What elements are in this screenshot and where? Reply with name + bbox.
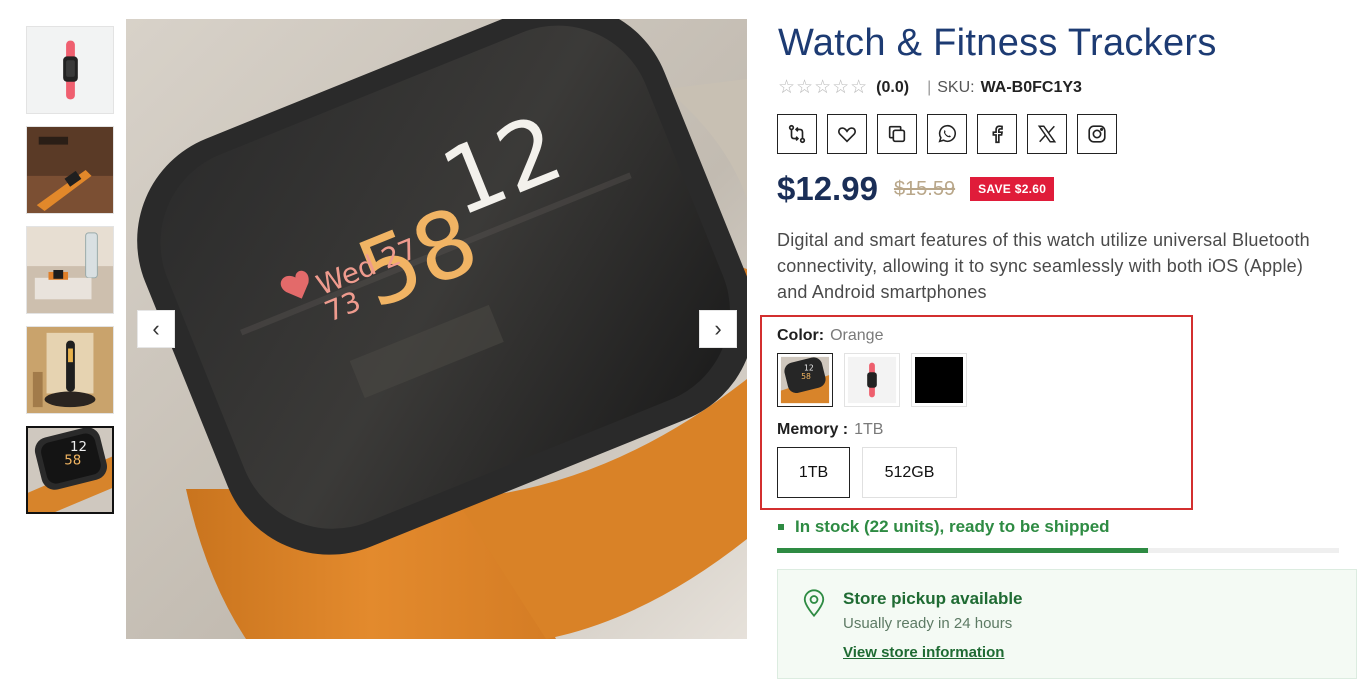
stock-level-bar <box>777 548 1339 553</box>
stand-tracker-thumbnail-icon <box>27 327 113 413</box>
copy-icon <box>888 125 906 143</box>
memory-label: Memory : <box>777 421 849 438</box>
thumbnail-1[interactable] <box>26 26 114 114</box>
thumbnail-5[interactable]: 12 58 <box>26 426 114 514</box>
desk-tracker-thumbnail-icon <box>27 127 113 213</box>
facebook-icon <box>992 125 1004 144</box>
share-actions <box>777 114 1117 154</box>
rating-stars[interactable]: ☆☆☆☆☆ <box>778 76 868 99</box>
product-description: Digital and smart features of this watch… <box>777 230 1310 302</box>
thumbnail-2[interactable] <box>26 126 114 214</box>
red-tracker-swatch-icon <box>847 356 897 404</box>
color-selected-value: Orange <box>830 327 884 344</box>
sku-value: WA-B0FC1Y3 <box>980 78 1082 96</box>
instagram-share-button[interactable] <box>1077 114 1117 154</box>
location-pin-icon <box>803 589 825 618</box>
price-row: $12.99 $15.59 SAVE $2.60 <box>777 170 1055 208</box>
whatsapp-icon <box>938 124 956 143</box>
memory-option-512gb[interactable]: 512GB <box>862 447 957 498</box>
save-badge: SAVE $2.60 <box>970 177 1055 201</box>
memory-selected-value: 1TB <box>854 421 884 438</box>
product-title: Watch & Fitness Trackers <box>778 22 1217 64</box>
orange-tracker-swatch-icon: 12 58 <box>780 356 830 404</box>
rating-value: (0.0) <box>876 78 910 96</box>
whatsapp-share-button[interactable] <box>927 114 967 154</box>
thumbnail-4[interactable] <box>26 326 114 414</box>
pickup-title: Store pickup available <box>843 589 1023 608</box>
thumbnail-3[interactable] <box>26 226 114 314</box>
instagram-icon <box>1088 125 1106 143</box>
x-icon <box>1037 125 1057 143</box>
color-swatch-red[interactable] <box>844 353 900 407</box>
copy-link-button[interactable] <box>877 114 917 154</box>
stock-text: In stock (22 units), ready to be shipped <box>795 517 1110 536</box>
x-share-button[interactable] <box>1027 114 1067 154</box>
svg-text:58: 58 <box>64 453 81 468</box>
rating-sku-row: ☆☆☆☆☆ (0.0) | SKU: WA-B0FC1Y3 <box>778 76 1082 99</box>
svg-text:58: 58 <box>801 372 811 381</box>
color-swatch-orange[interactable]: 12 58 <box>777 353 833 407</box>
stock-status: In stock (22 units), ready to be shipped <box>778 517 1110 537</box>
memory-option-1tb[interactable]: 1TB <box>777 447 850 498</box>
main-product-image: 12 58 Wed 27 73 <box>126 19 747 639</box>
pickup-subtitle: Usually ready in 24 hours <box>843 615 1013 632</box>
current-price: $12.99 <box>777 170 878 207</box>
view-store-information-link[interactable]: View store information <box>843 644 1004 661</box>
table-tracker-thumbnail-icon <box>27 227 113 313</box>
stock-indicator-dot <box>778 524 784 530</box>
closeup-tracker-thumbnail-icon: 12 58 <box>28 428 112 512</box>
memory-option-label: Memory : 1TB <box>777 421 883 439</box>
original-price: $15.59 <box>893 177 956 200</box>
sku-separator: | <box>927 78 932 96</box>
next-image-button[interactable]: › <box>699 310 737 348</box>
fitness-tracker-closeup-icon: 12 58 Wed 27 73 <box>126 19 747 639</box>
svg-text:12: 12 <box>804 363 814 372</box>
stock-level-fill <box>777 548 1148 553</box>
black-swatch-fill <box>915 357 963 403</box>
compare-button[interactable] <box>777 114 817 154</box>
color-swatch-black[interactable] <box>911 353 967 407</box>
pink-tracker-thumbnail-icon <box>27 27 113 113</box>
sku-label: SKU: <box>937 78 975 96</box>
heart-icon <box>838 127 856 143</box>
prev-image-button[interactable]: ‹ <box>137 310 175 348</box>
color-option-label: Color: Orange <box>777 327 883 345</box>
compare-icon <box>788 124 806 144</box>
facebook-share-button[interactable] <box>977 114 1017 154</box>
color-label: Color: <box>777 327 825 344</box>
wishlist-button[interactable] <box>827 114 867 154</box>
store-pickup-panel: Store pickup available Usually ready in … <box>777 569 1357 679</box>
